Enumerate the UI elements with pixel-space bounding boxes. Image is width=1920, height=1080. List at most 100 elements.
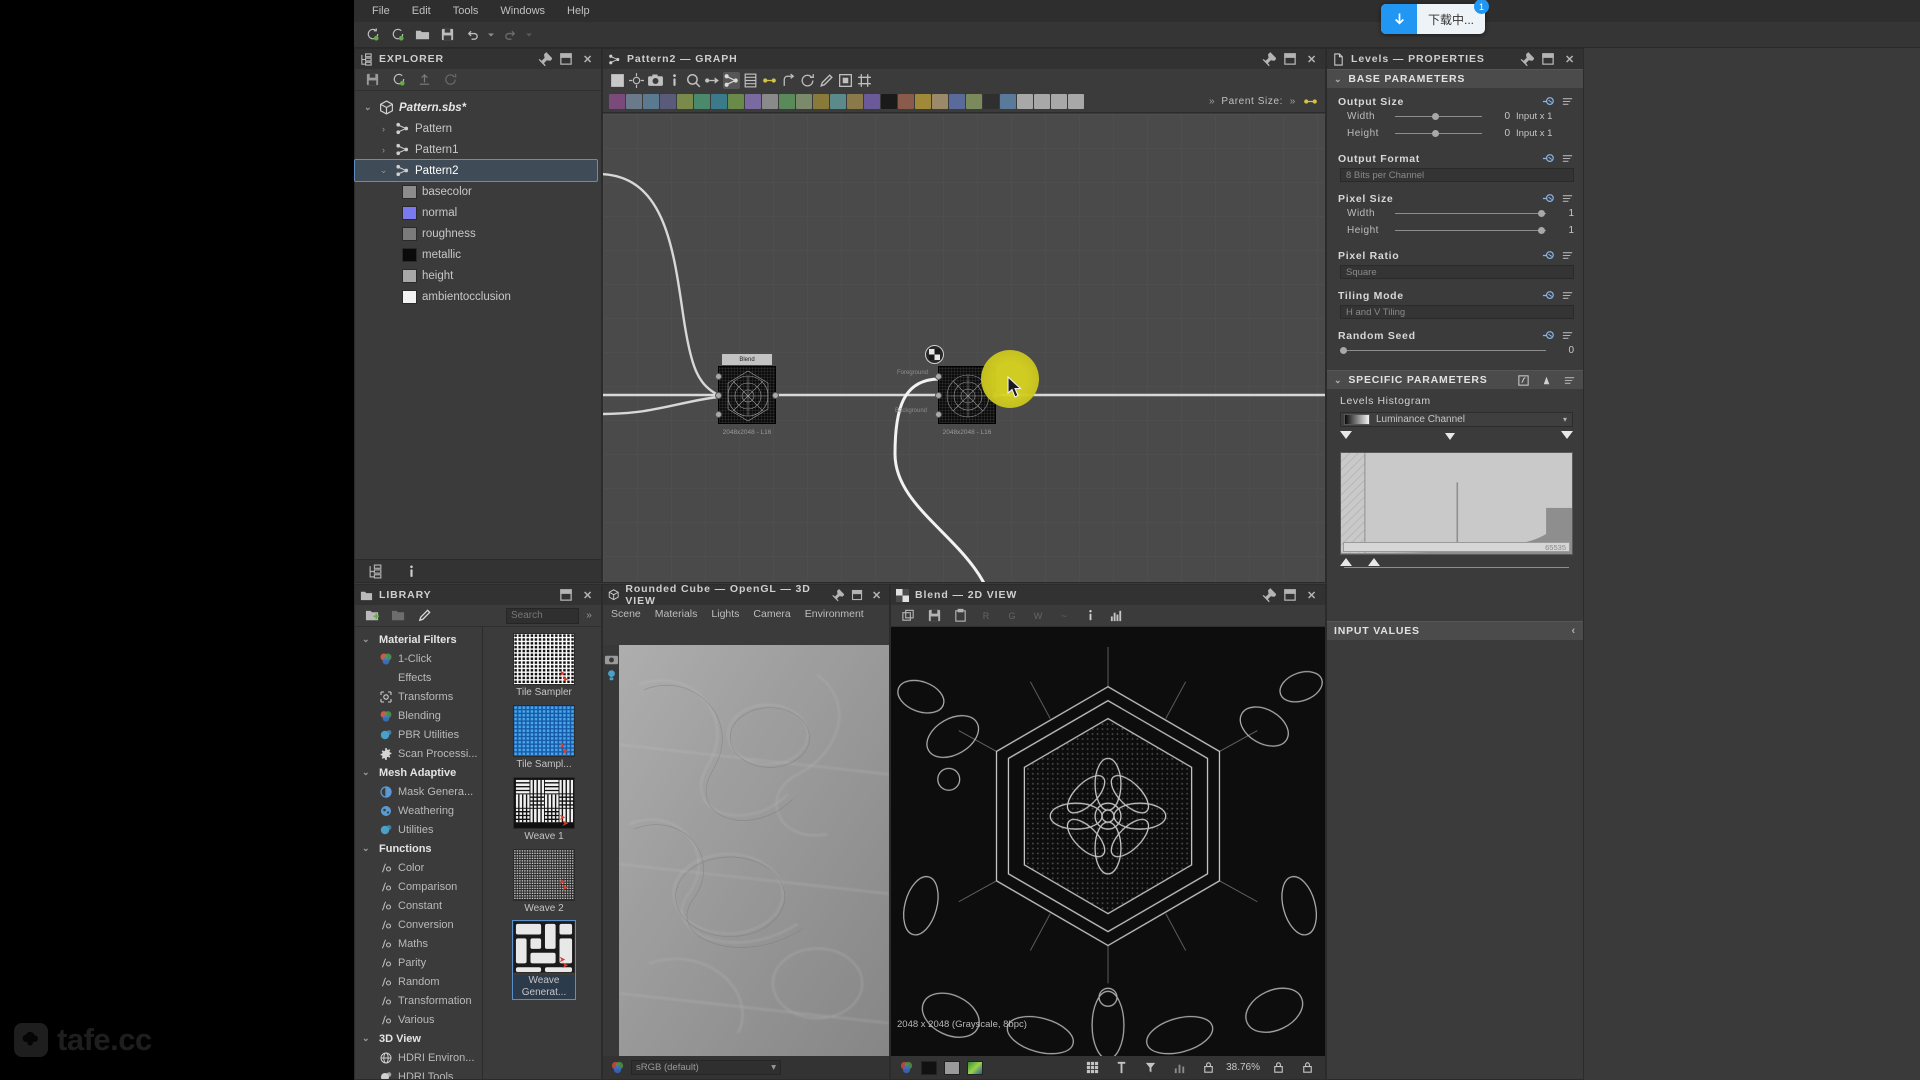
node-tool-7[interactable] <box>728 94 744 109</box>
checker-icon[interactable] <box>925 345 944 364</box>
view3d-menu-materials[interactable]: Materials <box>655 608 698 620</box>
expand-arrow[interactable]: › <box>377 124 390 134</box>
function-toggle-icon[interactable] <box>1517 374 1530 387</box>
library-item-scan-processing[interactable]: Scan Processi... <box>355 744 482 763</box>
toolbar-overflow-icon[interactable]: » <box>1203 93 1220 110</box>
close-icon[interactable]: ✕ <box>1304 587 1320 603</box>
node-tool-26[interactable] <box>1051 94 1067 109</box>
node-tool-24[interactable] <box>1017 94 1033 109</box>
library-item-hdri-tools[interactable]: HDRI Tools <box>355 1067 482 1079</box>
tiling-mode-dropdown[interactable]: H and V Tiling <box>1340 305 1574 319</box>
move-icon[interactable] <box>628 72 645 89</box>
close-icon[interactable]: ✕ <box>1304 51 1320 67</box>
pixel-ratio-dropdown[interactable]: Square <box>1340 265 1574 279</box>
expand-arrow[interactable]: ⌄ <box>377 165 390 176</box>
histogram-toggle-icon[interactable] <box>1540 374 1553 387</box>
save-icon[interactable] <box>923 605 945 626</box>
library-grid-item-weave-1[interactable]: Weave 1 <box>513 777 575 843</box>
menu-icon[interactable] <box>1561 249 1574 262</box>
menu-icon[interactable] <box>1561 95 1574 108</box>
menu-icon[interactable] <box>1563 374 1576 387</box>
library-item-transforms[interactable]: Transforms <box>355 687 482 706</box>
node-tool-5[interactable] <box>694 94 710 109</box>
library-item-effects[interactable]: Effects <box>355 668 482 687</box>
node-tool-12[interactable] <box>813 94 829 109</box>
lock-icon[interactable] <box>1267 1057 1289 1078</box>
info-icon[interactable] <box>666 72 683 89</box>
random-seed-value[interactable]: 0 <box>1552 345 1574 356</box>
node-tool-14[interactable] <box>847 94 863 109</box>
frame-icon[interactable] <box>837 72 854 89</box>
chevron-down-icon[interactable]: ⌄ <box>1334 74 1342 85</box>
chevron-down-icon[interactable]: ⌄ <box>1334 375 1342 386</box>
pin-icon[interactable] <box>1518 51 1534 67</box>
camera-icon[interactable] <box>647 72 664 89</box>
node-tool-9[interactable] <box>762 94 778 109</box>
library-item-various[interactable]: Various <box>355 1010 482 1029</box>
node-tool-0[interactable] <box>609 94 625 109</box>
graph-canvas[interactable]: Blend 2048x2048 - L16 2048x2048 - L16 Fo… <box>603 114 1325 582</box>
colorspace-dropdown[interactable]: sRGB (default) ▾ <box>631 1060 781 1075</box>
library-category-mesh-adaptive[interactable]: ⌄ Mesh Adaptive <box>355 763 482 782</box>
colorspace-icon[interactable] <box>609 1060 625 1076</box>
library-item-random[interactable]: Random <box>355 972 482 991</box>
node-input-port[interactable] <box>715 392 722 399</box>
graph-node-blend-left[interactable]: Blend 2048x2048 - L16 <box>715 354 779 436</box>
redo-icon[interactable] <box>499 24 521 45</box>
link-creation-icon[interactable] <box>704 72 721 89</box>
histogram-output-black-marker[interactable] <box>1340 558 1352 566</box>
pixel-height-value[interactable]: 1 <box>1552 225 1574 236</box>
function-link-icon[interactable] <box>1542 192 1555 205</box>
height-value[interactable]: 0 <box>1488 128 1510 139</box>
expand-arrow[interactable]: ⌄ <box>361 102 374 113</box>
input-values-header[interactable]: INPUT VALUES ‹ <box>1327 621 1583 640</box>
menu-item-tools[interactable]: Tools <box>443 3 489 19</box>
node-tool-15[interactable] <box>864 94 880 109</box>
library-category-functions[interactable]: ⌄ Functions <box>355 839 482 858</box>
tree-item-package[interactable]: ⌄ Pattern.sbs* <box>355 97 601 118</box>
node-input-port[interactable] <box>935 411 942 418</box>
undo-dropdown-icon[interactable] <box>486 24 496 45</box>
library-item-conversion[interactable]: Conversion <box>355 915 482 934</box>
library-item-maths[interactable]: Maths <box>355 934 482 953</box>
node-tool-13[interactable] <box>830 94 846 109</box>
pin-icon[interactable] <box>536 51 552 67</box>
undo-icon[interactable] <box>461 24 483 45</box>
edit-icon[interactable] <box>413 605 435 626</box>
histogram-channel-dropdown[interactable]: Luminance Channel ▾ <box>1340 412 1573 427</box>
duplicate-icon[interactable] <box>742 72 759 89</box>
tree-output-metallic[interactable]: metallic <box>355 244 601 265</box>
node-tool-19[interactable] <box>932 94 948 109</box>
menu-icon[interactable] <box>1561 329 1574 342</box>
histogram-output-white-marker[interactable] <box>1368 558 1380 566</box>
grid-icon[interactable] <box>856 72 873 89</box>
pixel-width-value[interactable]: 1 <box>1552 208 1574 219</box>
maximize-icon[interactable] <box>850 587 864 603</box>
menu-icon[interactable] <box>1561 192 1574 205</box>
histogram-plot[interactable]: 65535 <box>1340 452 1573 555</box>
view2d-canvas[interactable]: 2048 x 2048 (Grayscale, 8bpc) <box>891 627 1325 1056</box>
menu-item-file[interactable]: File <box>362 3 400 19</box>
tree-output-roughness[interactable]: roughness <box>355 223 601 244</box>
library-grid-item-weave-generator[interactable]: Weave Generat... <box>512 920 576 1000</box>
library-item-transformation[interactable]: Transformation <box>355 991 482 1010</box>
lock2-icon[interactable] <box>1296 1057 1318 1078</box>
histogram-icon[interactable] <box>1105 605 1127 626</box>
pin-icon[interactable] <box>830 587 844 603</box>
pixel-height-slider[interactable] <box>1395 225 1546 236</box>
import-icon[interactable] <box>413 69 435 90</box>
output-format-dropdown[interactable]: 8 Bits per Channel <box>1340 168 1574 182</box>
expand-arrow[interactable]: › <box>377 145 390 155</box>
library-grid-item-tile-sampler-color[interactable]: Tile Sampl... <box>513 705 575 771</box>
copy-icon[interactable] <box>897 605 919 626</box>
chevron-left-icon[interactable]: ‹ <box>1572 625 1576 637</box>
node-align-icon[interactable] <box>780 72 797 89</box>
save-package-icon[interactable] <box>361 69 383 90</box>
library-item-utilities[interactable]: Utilities <box>355 820 482 839</box>
node-tool-16[interactable] <box>881 94 897 109</box>
add-library-icon[interactable] <box>361 605 383 626</box>
library-item-mask-generators[interactable]: Mask Genera... <box>355 782 482 801</box>
refresh-icon[interactable] <box>439 69 461 90</box>
color-swatch-picker[interactable] <box>967 1060 983 1075</box>
menu-icon[interactable] <box>1561 289 1574 302</box>
